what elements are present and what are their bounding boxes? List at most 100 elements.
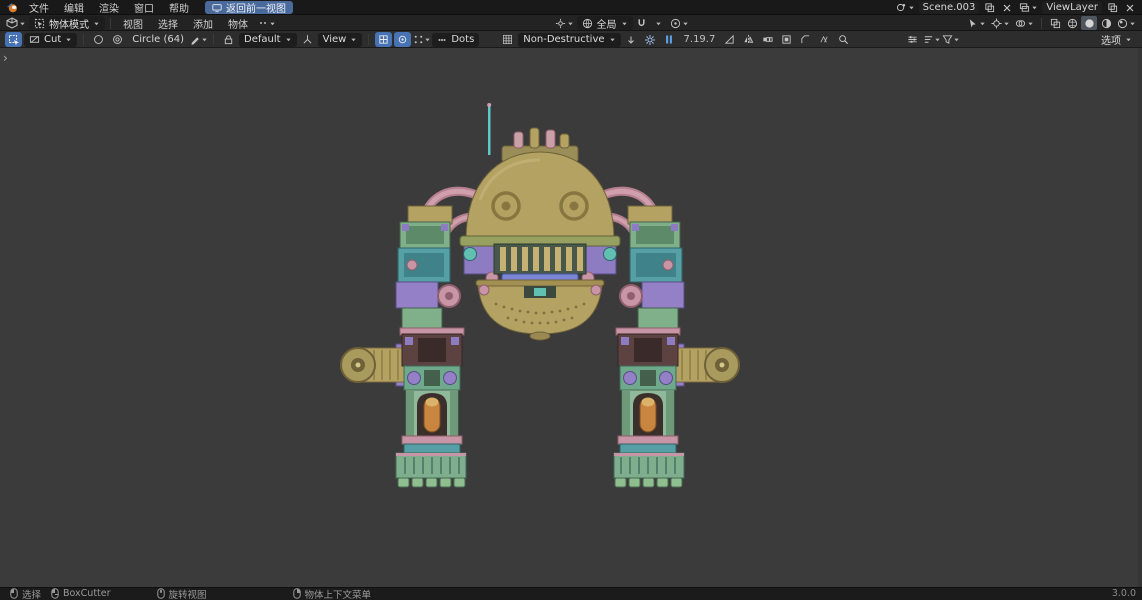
dots-icon <box>438 38 446 41</box>
topbar: 文件 编辑 渲染 窗口 帮助 返回前一视图 Scene.003 ViewLaye… <box>0 0 1142 15</box>
display-settings-icon[interactable] <box>904 32 921 47</box>
hint-label: 选择 <box>22 589 42 600</box>
collection-dropdown[interactable]: Default <box>239 32 297 47</box>
unlink-scene-icon[interactable] <box>999 1 1015 15</box>
separator <box>213 34 215 45</box>
orientation-label: 全局 <box>596 19 617 31</box>
shading-rendered-icon[interactable] <box>1115 16 1138 30</box>
menu-view[interactable]: 视图 <box>116 16 150 31</box>
mouse-left-drag-icon <box>51 588 59 599</box>
snap-center-toggle-icon[interactable] <box>394 32 412 47</box>
overlays-dropdown[interactable] <box>1013 16 1036 30</box>
align-dropdown[interactable]: View <box>317 32 363 47</box>
menu-edit[interactable]: 编辑 <box>57 0 91 15</box>
mech-model[interactable] <box>0 48 1142 587</box>
search-icon[interactable] <box>835 32 852 47</box>
menu-file[interactable]: 文件 <box>22 0 56 15</box>
new-viewlayer-icon[interactable] <box>1104 1 1120 15</box>
object-visibility-dropdown[interactable] <box>965 16 988 30</box>
back-to-previous-view-button[interactable]: 返回前一视图 <box>205 1 293 15</box>
globe-icon <box>582 18 592 28</box>
hint-label: 物体上下文菜单 <box>304 589 372 600</box>
pause-icon[interactable] <box>661 32 678 47</box>
bevel-icon[interactable] <box>797 32 814 47</box>
menu-help[interactable]: 帮助 <box>162 0 196 15</box>
menu-object[interactable]: 物体 <box>221 16 255 31</box>
header-extra-dropdown[interactable] <box>256 16 278 30</box>
shading-solid-icon[interactable] <box>1081 16 1097 30</box>
blender-version: 3.0.0 <box>1111 588 1136 599</box>
draw-tool-pencil-icon[interactable] <box>190 32 207 47</box>
shape-circle-icon[interactable] <box>90 32 107 47</box>
chevron-down-icon <box>1004 22 1009 25</box>
chevron-down-icon <box>567 22 573 25</box>
hint-label: BoxCutter <box>63 588 111 599</box>
shading-material-icon[interactable] <box>1098 16 1114 30</box>
shape-label: Circle (64) <box>132 34 185 45</box>
align-label: View <box>322 34 347 45</box>
new-scene-icon[interactable] <box>981 1 997 15</box>
viewlayer-browse-icon[interactable] <box>1017 1 1040 15</box>
gizmos-dropdown[interactable] <box>989 16 1012 30</box>
xray-toggle-icon[interactable] <box>1047 16 1063 30</box>
menu-select[interactable]: 选择 <box>151 16 185 31</box>
mode-dropdown[interactable]: Non-Destructive <box>518 32 621 47</box>
snap-grid-toggle-icon[interactable] <box>375 32 393 47</box>
scene-name-field[interactable]: Scene.003 <box>918 1 980 14</box>
viewlayer-name: ViewLayer <box>1046 2 1098 13</box>
chevron-down-icon <box>20 22 25 25</box>
shape-ring-icon[interactable] <box>109 32 126 47</box>
array-icon[interactable] <box>759 32 776 47</box>
snap-points-icon[interactable] <box>413 32 430 47</box>
snap-settings-dropdown[interactable] <box>651 16 667 30</box>
mode-selector[interactable]: 物体模式 <box>29 16 105 31</box>
chevron-down-icon <box>351 38 357 42</box>
hint-select: 选择 <box>10 587 41 600</box>
chevron-down-icon <box>682 22 688 25</box>
menu-window[interactable]: 窗口 <box>127 0 161 15</box>
chevron-down-icon <box>425 38 430 42</box>
sort-dropdown[interactable] <box>923 32 940 47</box>
viewport-3d[interactable]: › <box>0 48 1142 587</box>
menu-render[interactable]: 渲染 <box>92 0 126 15</box>
toolbar-expand-arrow-icon[interactable]: › <box>3 52 8 64</box>
editor-type-icon[interactable] <box>4 16 28 30</box>
dots-dropdown[interactable]: Dots <box>432 32 480 47</box>
mirror-icon[interactable] <box>740 32 757 47</box>
object-mode-icon <box>34 18 45 28</box>
viewport-header: 物体模式 视图 选择 添加 物体 全局 <box>0 15 1142 31</box>
filter-funnel-icon[interactable] <box>942 32 959 47</box>
grid-icon[interactable] <box>499 32 516 47</box>
chevron-down-icon <box>1126 38 1131 42</box>
active-tool-boxcutter-icon[interactable] <box>5 32 22 47</box>
gear-icon[interactable] <box>642 32 659 47</box>
wedge-icon[interactable] <box>721 32 738 47</box>
drop-behavior-icon[interactable] <box>623 32 640 47</box>
chevron-down-icon <box>285 38 291 42</box>
mode-label: Non-Destructive <box>523 34 605 45</box>
snap-toggle-magnet-icon[interactable] <box>634 16 650 30</box>
screen-icon <box>212 3 222 12</box>
mouse-left-icon <box>10 588 18 599</box>
statusbar: 选择 BoxCutter 旋转视图 物体上下文菜单 3.0.0 <box>0 587 1142 600</box>
solidify-icon[interactable] <box>778 32 795 47</box>
pivot-point-dropdown[interactable] <box>553 16 576 30</box>
proportional-editing-icon[interactable] <box>668 16 691 30</box>
transform-orientation-dropdown[interactable]: 全局 <box>576 16 633 31</box>
separator <box>110 17 111 29</box>
options-dropdown[interactable]: 选项 <box>1096 33 1137 47</box>
chevron-down-icon <box>1032 6 1038 10</box>
knurl-icon[interactable] <box>816 32 833 47</box>
shading-wireframe-icon[interactable] <box>1064 16 1080 30</box>
editor-border[interactable] <box>1138 48 1142 587</box>
viewlayer-name-field[interactable]: ViewLayer <box>1042 1 1102 14</box>
align-axis-icon[interactable] <box>299 32 316 47</box>
collection-label: Default <box>244 34 281 45</box>
remove-viewlayer-icon[interactable] <box>1122 1 1138 15</box>
lock-icon[interactable] <box>220 32 237 47</box>
scene-browse-icon[interactable] <box>894 1 917 15</box>
cut-mode-dropdown[interactable]: Cut <box>24 32 78 47</box>
mouse-middle-icon <box>156 588 165 599</box>
blender-logo-icon[interactable] <box>4 1 21 15</box>
menu-add[interactable]: 添加 <box>186 16 220 31</box>
